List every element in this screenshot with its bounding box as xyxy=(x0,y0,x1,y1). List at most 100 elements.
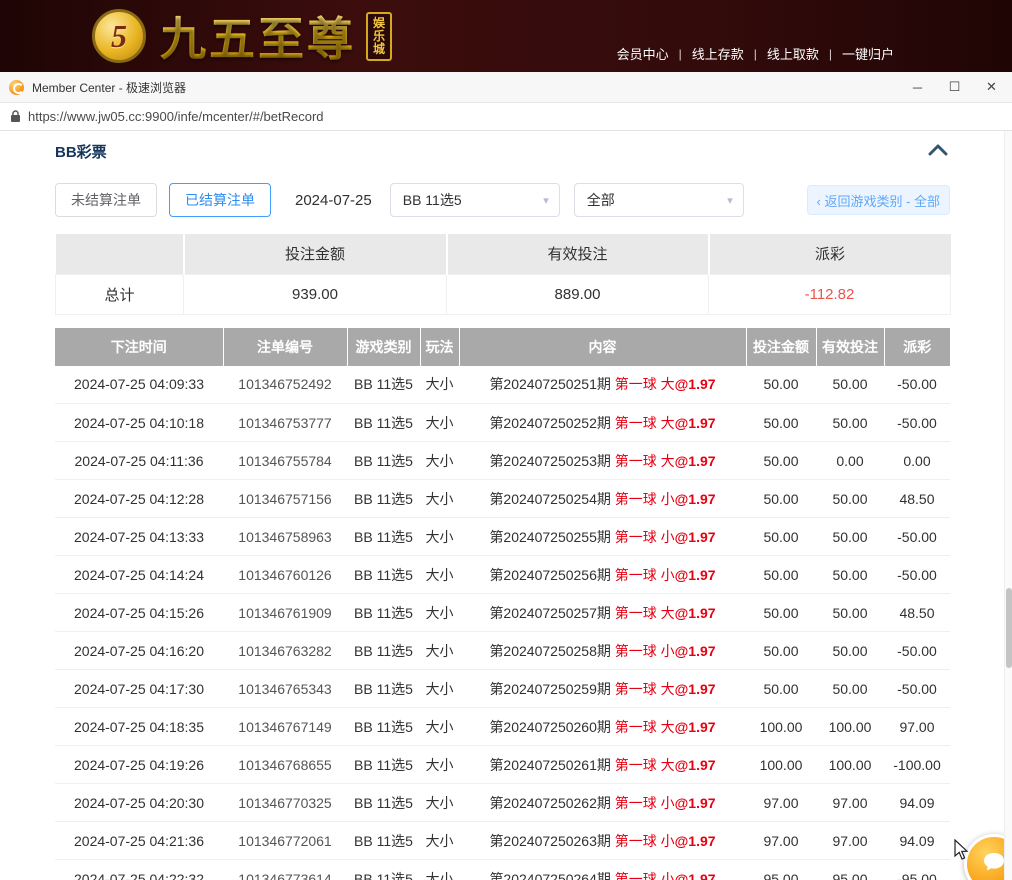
cell-play-type: 大小 xyxy=(420,746,459,784)
cell-bet-amount: 97.00 xyxy=(746,822,816,860)
header-order-id: 注单编号 xyxy=(223,328,347,366)
site-banner: 5 九五至尊 娱乐城 会员中心 | 线上存款 | 线上取款 | 一键归户 xyxy=(0,0,1012,72)
cell-game-type: BB 11选5 xyxy=(347,404,420,442)
bet-odds: @1.97 xyxy=(675,643,716,659)
browser-titlebar: Member Center - 极速浏览器 ─ ☐ ✕ xyxy=(0,72,1012,103)
table-row: 2024-07-25 04:14:24101346760126BB 11选5大小… xyxy=(55,556,950,594)
header-bet-time: 下注时间 xyxy=(55,328,223,366)
cell-bet-time: 2024-07-25 04:18:35 xyxy=(55,708,223,746)
back-to-game-category-button[interactable]: ‹ 返回游戏类别 - 全部 xyxy=(807,185,951,215)
cell-bet-amount: 95.00 xyxy=(746,860,816,880)
cell-bet-amount: 50.00 xyxy=(746,556,816,594)
date-picker[interactable]: 2024-07-25 xyxy=(295,192,372,209)
bet-odds: @1.97 xyxy=(675,529,716,545)
cell-order-id: 101346761909 xyxy=(223,594,347,632)
cell-content: 第202407250259期 第一球 大@1.97 xyxy=(459,670,746,708)
close-button[interactable]: ✕ xyxy=(973,72,1010,102)
cell-play-type: 大小 xyxy=(420,632,459,670)
table-row: 2024-07-25 04:09:33101346752492BB 11选5大小… xyxy=(55,366,950,404)
cell-game-type: BB 11选5 xyxy=(347,708,420,746)
cell-content: 第202407250257期 第一球 大@1.97 xyxy=(459,594,746,632)
maximize-button[interactable]: ☐ xyxy=(936,72,973,102)
cell-game-type: BB 11选5 xyxy=(347,366,420,404)
cell-game-type: BB 11选5 xyxy=(347,442,420,480)
cell-valid-bet: 100.00 xyxy=(816,708,884,746)
bet-period: 第202407250253期 xyxy=(489,453,610,469)
bet-odds: @1.97 xyxy=(675,567,716,583)
bet-selection: 第一球 小 xyxy=(611,871,675,880)
cell-bet-time: 2024-07-25 04:11:36 xyxy=(55,442,223,480)
cell-bet-amount: 50.00 xyxy=(746,366,816,404)
cell-game-type: BB 11选5 xyxy=(347,746,420,784)
nav-link[interactable]: 会员中心 xyxy=(617,44,669,63)
table-row: 2024-07-25 04:15:26101346761909BB 11选5大小… xyxy=(55,594,950,632)
summary-header-row: 投注金额 有效投注 派彩 xyxy=(56,234,951,274)
cell-order-id: 101346765343 xyxy=(223,670,347,708)
url-bar[interactable]: https://www.jw05.cc:9900/infe/mcenter/#/… xyxy=(0,103,1012,131)
bet-selection: 第一球 小 xyxy=(611,567,675,583)
settled-bets-button[interactable]: 已结算注单 xyxy=(169,183,271,217)
cell-content: 第202407250263期 第一球 小@1.97 xyxy=(459,822,746,860)
cell-play-type: 大小 xyxy=(420,518,459,556)
nav-separator: | xyxy=(829,47,832,61)
cell-bet-amount: 50.00 xyxy=(746,594,816,632)
minimize-button[interactable]: ─ xyxy=(899,72,936,102)
bet-odds: @1.97 xyxy=(675,491,716,507)
scrollbar-thumb[interactable] xyxy=(1006,588,1012,668)
cell-payout: 97.00 xyxy=(884,708,950,746)
bet-period: 第202407250257期 xyxy=(489,605,610,621)
cell-bet-time: 2024-07-25 04:14:24 xyxy=(55,556,223,594)
bet-period: 第202407250259期 xyxy=(489,681,610,697)
table-row: 2024-07-25 04:18:35101346767149BB 11选5大小… xyxy=(55,708,950,746)
cell-valid-bet: 95.00 xyxy=(816,860,884,880)
coin-logo-icon: 5 xyxy=(92,9,146,63)
nav-separator: | xyxy=(754,47,757,61)
unsettled-bets-button[interactable]: 未结算注单 xyxy=(55,183,157,217)
summary-header-empty xyxy=(56,234,184,274)
bet-period: 第202407250263期 xyxy=(489,833,610,849)
bet-period: 第202407250255期 xyxy=(489,529,610,545)
cell-content: 第202407250254期 第一球 小@1.97 xyxy=(459,480,746,518)
cell-bet-amount: 50.00 xyxy=(746,442,816,480)
nav-link[interactable]: 线上存款 xyxy=(692,44,744,63)
nav-link[interactable]: 一键归户 xyxy=(842,44,894,63)
nav-link[interactable]: 线上取款 xyxy=(767,44,819,63)
bet-selection: 第一球 大 xyxy=(611,605,675,621)
url-text[interactable]: https://www.jw05.cc:9900/infe/mcenter/#/… xyxy=(28,109,324,124)
bet-table-body: 2024-07-25 04:09:33101346752492BB 11选5大小… xyxy=(55,366,950,880)
table-row: 2024-07-25 04:22:32101346773614BB 11选5大小… xyxy=(55,860,950,880)
vertical-scrollbar[interactable] xyxy=(1004,131,1012,880)
nav-separator: | xyxy=(679,47,682,61)
cell-order-id: 101346753777 xyxy=(223,404,347,442)
cell-content: 第202407250260期 第一球 大@1.97 xyxy=(459,708,746,746)
bet-selection: 第一球 小 xyxy=(611,529,675,545)
site-logo[interactable]: 5 九五至尊 娱乐城 xyxy=(92,3,392,69)
bet-odds: @1.97 xyxy=(675,415,716,431)
bet-period: 第202407250254期 xyxy=(489,491,610,507)
bet-record-page: BB彩票 未结算注单 已结算注单 2024-07-25 BB 11选5 ▾ 全部… xyxy=(0,131,1012,880)
bet-selection: 第一球 大 xyxy=(611,719,675,735)
header-play-type: 玩法 xyxy=(420,328,459,366)
cell-payout: -50.00 xyxy=(884,404,950,442)
cell-bet-time: 2024-07-25 04:15:26 xyxy=(55,594,223,632)
cell-bet-amount: 50.00 xyxy=(746,632,816,670)
collapse-section-button[interactable] xyxy=(926,142,950,161)
cell-play-type: 大小 xyxy=(420,784,459,822)
cell-payout: 48.50 xyxy=(884,594,950,632)
bet-odds: @1.97 xyxy=(675,453,716,469)
header-valid-bet: 有效投注 xyxy=(816,328,884,366)
table-header-row: 下注时间 注单编号 游戏类别 玩法 内容 投注金额 有效投注 派彩 xyxy=(55,328,950,366)
cell-payout: -50.00 xyxy=(884,670,950,708)
cell-content: 第202407250252期 第一球 大@1.97 xyxy=(459,404,746,442)
window-title: Member Center - 极速浏览器 xyxy=(32,79,186,96)
bet-selection: 第一球 小 xyxy=(611,833,675,849)
summary-header-valid: 有效投注 xyxy=(447,234,709,274)
summary-header-payout: 派彩 xyxy=(709,234,951,274)
game-select[interactable]: BB 11选5 ▾ xyxy=(390,183,560,217)
cell-game-type: BB 11选5 xyxy=(347,556,420,594)
cell-order-id: 101346763282 xyxy=(223,632,347,670)
chevron-up-icon xyxy=(928,144,948,159)
scope-select[interactable]: 全部 ▾ xyxy=(574,183,744,217)
cell-content: 第202407250253期 第一球 大@1.97 xyxy=(459,442,746,480)
summary-header-bet: 投注金额 xyxy=(184,234,447,274)
